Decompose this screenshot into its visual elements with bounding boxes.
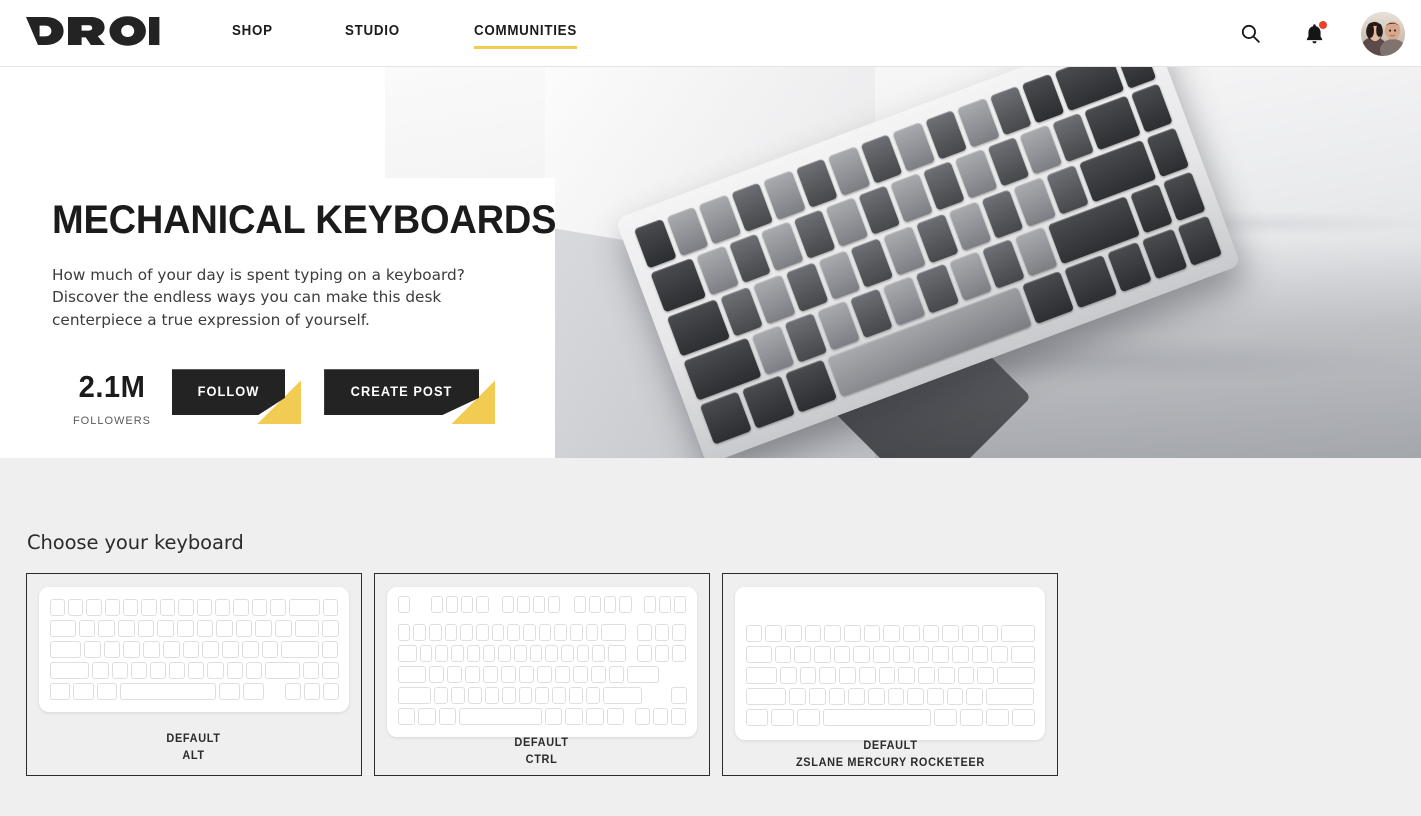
keyboard-card-default-label: DEFAULT: [166, 733, 222, 745]
hero-section: MECHANICAL KEYBOARDS How much of your da…: [0, 67, 1421, 458]
followers-stat: 2.1M FOLLOWERS: [52, 369, 172, 427]
keyboard-card-default-label: DEFAULT: [514, 737, 570, 749]
hero-content: MECHANICAL KEYBOARDS How much of your da…: [52, 67, 557, 427]
hero-description: How much of your day is spent typing on …: [52, 266, 465, 329]
keyboard-card-ctrl[interactable]: DEFAULT CTRL: [374, 573, 710, 776]
main-nav: SHOP STUDIO COMMUNITIES: [232, 0, 655, 66]
page-title: MECHANICAL KEYBOARDS: [52, 198, 557, 242]
keyboard-card-caption: DEFAULT CTRL: [513, 737, 570, 766]
hero-actions: 2.1M FOLLOWERS FOLLOW CREATE POST: [52, 369, 552, 427]
keyboard-card-caption: DEFAULT ZSLANE MERCURY ROCKETEER: [791, 740, 990, 769]
chooser-title: Choose your keyboard: [27, 531, 244, 554]
bell-icon[interactable]: [1297, 17, 1331, 51]
notification-dot: [1319, 20, 1327, 29]
keyboard-card-zslane-mercury-rocketeer[interactable]: DEFAULT ZSLANE MERCURY ROCKETEER: [722, 573, 1058, 776]
header-actions: [1233, 0, 1405, 67]
keyboard-card-name: CTRL: [526, 754, 558, 766]
search-icon[interactable]: [1233, 17, 1267, 51]
create-post-button-label: CREATE POST: [350, 384, 453, 400]
site-header: SHOP STUDIO COMMUNITIES: [0, 0, 1421, 67]
drop-logo-icon[interactable]: [26, 15, 160, 51]
followers-label: FOLLOWERS: [72, 415, 152, 428]
keyboard-card-alt[interactable]: DEFAULT ALT: [26, 573, 362, 776]
follow-button[interactable]: FOLLOW: [172, 369, 302, 425]
keyboard-preview-ctrl: [387, 587, 697, 737]
nav-item-shop[interactable]: SHOP: [232, 23, 273, 43]
nav-item-communities[interactable]: COMMUNITIES: [473, 23, 577, 49]
keyboard-card-caption: DEFAULT ALT: [165, 733, 222, 762]
create-post-button[interactable]: CREATE POST: [324, 369, 496, 425]
nav-item-studio[interactable]: STUDIO: [345, 23, 400, 43]
keyboard-chooser-section: Choose your keyboard DEFAULT ALT DEFAULT…: [0, 458, 1421, 816]
user-avatar[interactable]: [1361, 11, 1405, 56]
keyboard-card-name: ZSLANE MERCURY ROCKETEER: [795, 757, 985, 769]
follow-button-label: FOLLOW: [197, 384, 260, 400]
keyboard-preview-alt: [39, 587, 349, 712]
keyboard-card-list: DEFAULT ALT DEFAULT CTRL DEFAULT ZSLANE …: [26, 573, 1421, 776]
keyboard-card-name: ALT: [182, 750, 206, 762]
page-root: SHOP STUDIO COMMUNITIES MECHANICAL KEYBO…: [0, 0, 1421, 816]
keyboard-card-default-label: DEFAULT: [862, 740, 918, 752]
keyboard-preview-zslane: [735, 587, 1045, 740]
followers-count: 2.1M: [78, 369, 146, 405]
